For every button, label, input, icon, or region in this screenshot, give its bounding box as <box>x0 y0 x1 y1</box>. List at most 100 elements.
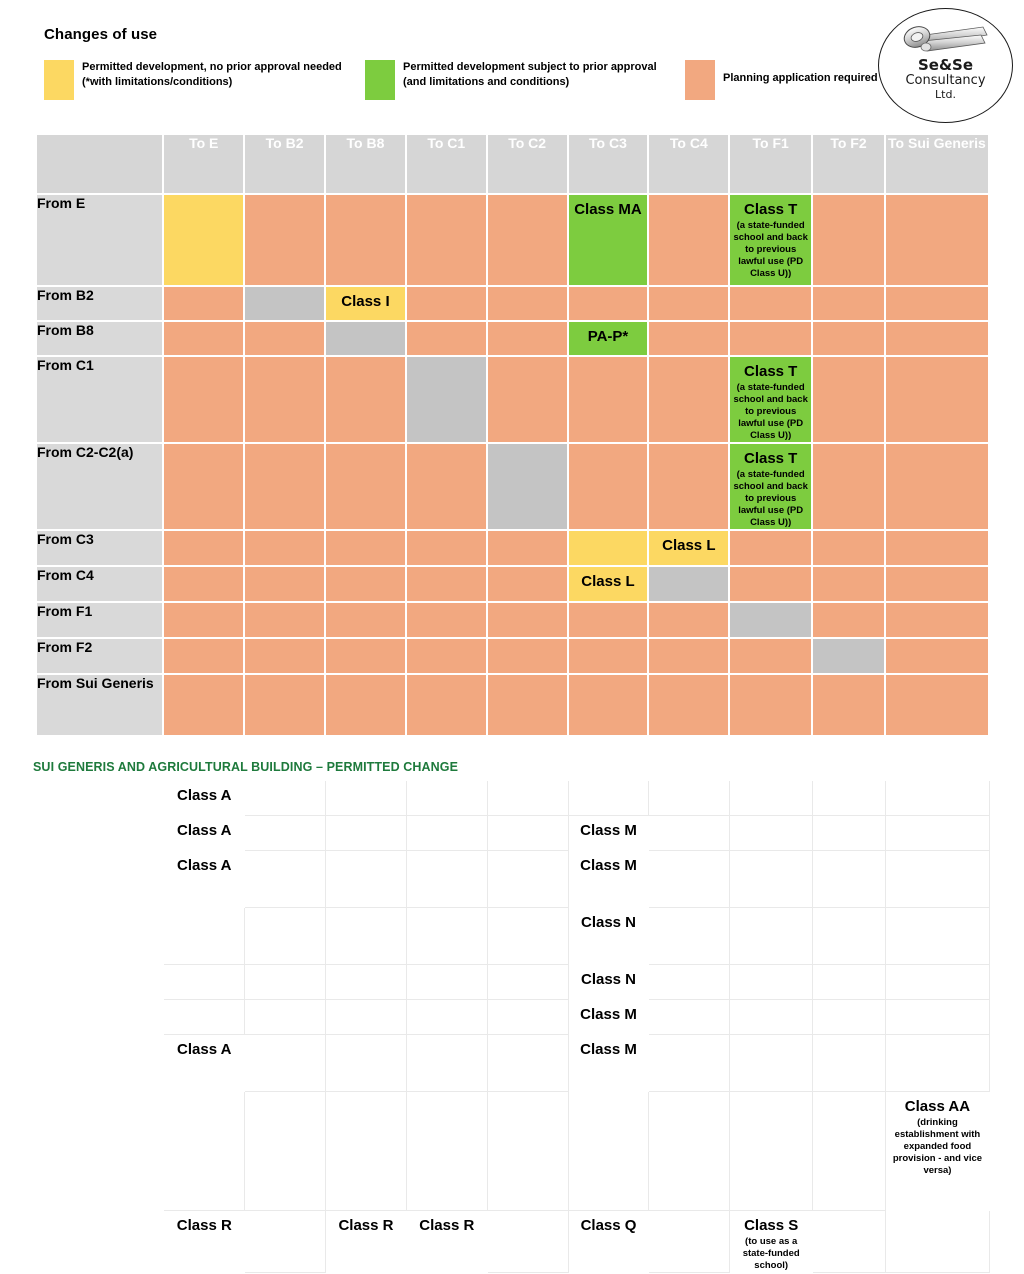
matrix-cell <box>487 531 569 567</box>
matrix-cell <box>885 531 990 567</box>
matrix-cell <box>245 195 327 287</box>
logo-line-2: Consultancy <box>905 73 986 88</box>
matrix-cell <box>649 195 731 287</box>
matrix-cell: Class T (a state-funded school and back t… <box>730 444 814 531</box>
sui-generis-cell <box>813 1211 886 1273</box>
matrix-row-label-from-b8: From B8 <box>37 322 165 357</box>
sui-generis-cell <box>326 781 407 816</box>
sui-generis-cell: Class N <box>568 908 650 965</box>
sui-generis-cell: Class M <box>568 1000 650 1035</box>
sui-generis-cell <box>730 908 814 965</box>
sui-generis-row-label-agricultural-buildings: Agricultural Buildings <box>33 1211 165 1273</box>
matrix-cell <box>568 675 650 737</box>
sui-generis-row: Pubs, wine bar or drinking establishment… <box>33 1092 990 1211</box>
company-logo: Se&Se Consultancy Ltd. <box>878 8 1013 123</box>
sui-generis-cell <box>813 965 886 1000</box>
matrix-row: From C4 Class L <box>37 567 990 603</box>
matrix-column-header-to-b2: To B2 <box>245 135 327 195</box>
matrix-cell <box>487 357 569 444</box>
matrix-column-header-to-c4: To C4 <box>649 135 731 195</box>
matrix-cell <box>885 567 990 603</box>
sui-generis-cell <box>730 965 814 1000</box>
matrix-cell <box>730 675 814 737</box>
sui-generis-row-label-pay-day-loan-shop: Pay Day Loan Shop <box>33 851 165 908</box>
matrix-row-label-from-c4: From C4 <box>37 567 165 603</box>
matrix-cell <box>568 357 650 444</box>
matrix-cell <box>885 195 990 287</box>
sui-generis-row: Launderette Class M <box>33 1000 990 1035</box>
matrix-cell <box>649 287 731 322</box>
legend-swatch-green <box>365 60 395 100</box>
sui-generis-cell-label: Class M <box>580 1041 637 1058</box>
matrix-cell <box>164 639 246 675</box>
sui-generis-cell <box>730 1092 814 1211</box>
matrix-cell <box>730 287 814 322</box>
logo-line-3: Ltd. <box>935 88 956 101</box>
matrix-row-label-from-b2: From B2 <box>37 287 165 322</box>
matrix-cell <box>164 444 246 531</box>
matrix-cell <box>164 675 246 737</box>
sui-generis-cell <box>813 851 886 908</box>
matrix-header-row: To E To B2 To B8 To C1 To C2 To C3 To C4 To F1 T… <box>37 135 990 195</box>
changes-of-use-matrix: To E To B2 To B8 To C1 To C2 To C3 To C4 To F1 T… <box>37 135 990 737</box>
matrix-cell <box>245 357 327 444</box>
matrix-cell <box>885 322 990 357</box>
page-title: Changes of use <box>44 26 158 43</box>
matrix-cell <box>730 639 814 675</box>
matrix-cell <box>487 639 569 675</box>
sui-generis-cell: Class R <box>406 1211 488 1273</box>
matrix-cell <box>406 675 488 737</box>
sui-generis-row-label-betting-office: Betting Office <box>33 816 165 851</box>
matrix-cell <box>326 195 407 287</box>
sui-generis-cell-note: (to use as a state-funded school) <box>742 1236 800 1271</box>
matrix-cell <box>406 287 488 322</box>
legend-item-prior-approval: Permitted development subject to prior a… <box>365 60 695 100</box>
matrix-cell <box>245 675 327 737</box>
matrix-column-header-to-f1: To F1 <box>730 135 814 195</box>
matrix-cell-label: Class MA <box>574 201 642 218</box>
matrix-cell-note: (a state-funded school and back to previ… <box>733 220 808 279</box>
sui-generis-cell-label: Class M <box>580 1006 637 1023</box>
sui-generis-cell <box>326 851 407 908</box>
matrix-cell <box>245 639 327 675</box>
sui-generis-cell-label: Class R <box>176 1217 232 1234</box>
matrix-cell <box>406 567 488 603</box>
sui-generis-cell <box>487 781 569 816</box>
matrix-cell <box>730 531 814 567</box>
matrix-cell <box>885 603 990 639</box>
sui-generis-cell <box>487 965 569 1000</box>
matrix-cell <box>885 357 990 444</box>
sui-generis-cell <box>406 1035 488 1092</box>
sui-generis-cell <box>487 851 569 908</box>
sui-generis-cell-label: Class Q <box>580 1217 637 1234</box>
matrix-cell: Class I <box>326 287 407 322</box>
sui-generis-row-label-hot-food-takeaway: Hot food takeaway <box>33 1035 165 1092</box>
matrix-column-header-to-e: To E <box>164 135 246 195</box>
matrix-cell <box>326 603 407 639</box>
matrix-cell <box>649 322 731 357</box>
matrix-cell: Class T (a state-funded school and back t… <box>730 195 814 287</box>
matrix-cell <box>326 639 407 675</box>
sui-generis-cell <box>649 816 731 851</box>
sui-generis-cell-label: Class AA <box>904 1098 971 1115</box>
sui-generis-table: Casino Class A Betting Office Class A Class … <box>33 781 990 1273</box>
matrix-cell-label: Class T <box>743 201 798 218</box>
sui-generis-cell <box>813 1000 886 1035</box>
sui-generis-cell: Class AA (drinking establishment with exp… <box>885 1092 990 1211</box>
sui-generis-cell <box>885 908 990 965</box>
sui-generis-cell <box>568 1092 650 1211</box>
matrix-cell <box>406 603 488 639</box>
matrix-cell <box>813 322 886 357</box>
page-header: Changes of use Permitted development, no… <box>0 0 1024 128</box>
matrix-cell <box>164 287 246 322</box>
matrix-cell-label: Class I <box>341 293 390 310</box>
matrix-cell <box>730 603 814 639</box>
sui-generis-cell: Class A <box>164 1035 246 1092</box>
matrix-row-label-from-f2: From F2 <box>37 639 165 675</box>
matrix-cell-label: Class T <box>743 450 798 467</box>
matrix-cell <box>487 287 569 322</box>
sui-generis-cell-label: Class M <box>580 822 637 839</box>
sui-generis-cell <box>326 908 407 965</box>
matrix-cell <box>568 639 650 675</box>
sui-generis-row: Pay Day Loan Shop Class A Class M <box>33 851 990 908</box>
